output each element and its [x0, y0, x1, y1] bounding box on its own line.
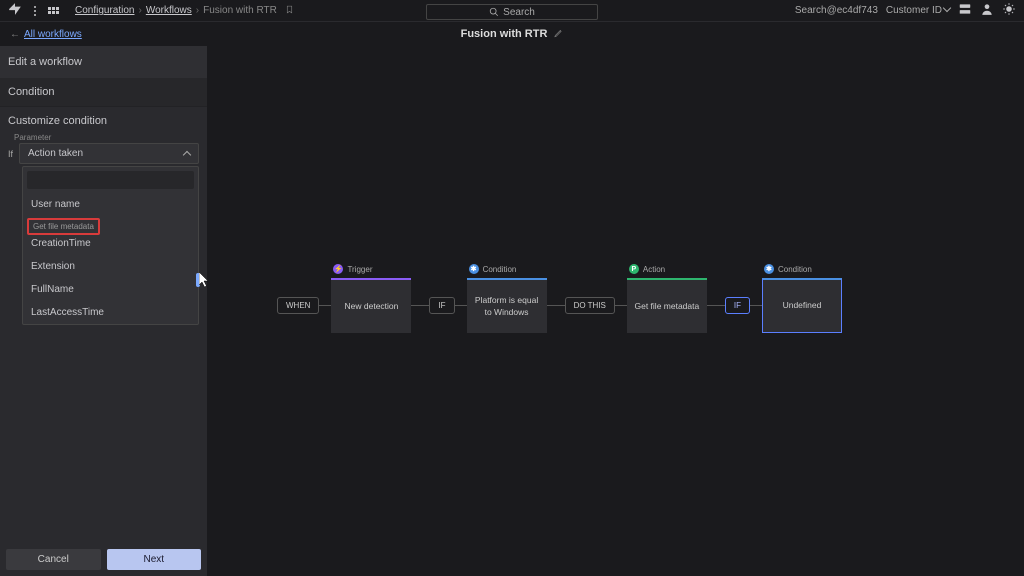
- sidebar-customize-title: Customize condition: [0, 106, 207, 131]
- edit-icon[interactable]: [553, 28, 563, 41]
- breadcrumb: Configuration › Workflows › Fusion with …: [75, 5, 294, 17]
- customer-id-label[interactable]: Customer ID: [886, 5, 950, 16]
- trigger-label: ⚡ Trigger: [333, 264, 372, 274]
- parameter-dropdown[interactable]: User name Get file metadata CreationTime…: [22, 166, 199, 325]
- sidebar-edit-title: Edit a workflow: [0, 46, 207, 78]
- condition-dot-icon: ✱: [469, 264, 479, 274]
- search-input[interactable]: Search: [426, 4, 598, 20]
- subheader: ← All workflows Fusion with RTR: [0, 22, 1024, 46]
- condition-dot-icon: ✱: [764, 264, 774, 274]
- topbar: Configuration › Workflows › Fusion with …: [0, 0, 1024, 22]
- chevron-down-icon: [943, 4, 951, 12]
- user-icon[interactable]: [980, 2, 994, 19]
- connector: [547, 305, 565, 306]
- sidebar: Edit a workflow Condition Customize cond…: [0, 46, 207, 576]
- breadcrumb-workflows[interactable]: Workflows: [146, 5, 192, 16]
- sidebar-footer: Cancel Next: [0, 543, 207, 576]
- chevron-up-icon: [183, 150, 191, 158]
- trigger-node-wrap: ⚡ Trigger New detection: [331, 278, 411, 333]
- breadcrumb-current: Fusion with RTR: [203, 5, 277, 16]
- dropdown-item-fullname[interactable]: FullName: [23, 278, 198, 301]
- logo-icon[interactable]: [8, 2, 22, 19]
- action-node[interactable]: Get file metadata: [627, 278, 707, 333]
- dropdown-search-input[interactable]: [27, 171, 194, 189]
- breadcrumb-configuration[interactable]: Configuration: [75, 5, 134, 16]
- when-pill: WHEN: [277, 297, 319, 314]
- breadcrumb-sep: ›: [138, 5, 141, 16]
- condition-node-2[interactable]: Undefined: [762, 278, 842, 333]
- account-label[interactable]: Search@ec4df743: [795, 5, 878, 16]
- all-workflows-link[interactable]: All workflows: [24, 29, 82, 40]
- condition-label-2: ✱ Condition: [764, 264, 812, 274]
- parameter-select[interactable]: Action taken: [19, 143, 199, 164]
- server-icon[interactable]: [958, 2, 972, 19]
- trigger-node[interactable]: New detection: [331, 278, 411, 333]
- action-label: P Action: [629, 264, 665, 274]
- parameter-selected: Action taken: [28, 148, 83, 159]
- menu-dots-icon[interactable]: [34, 6, 36, 16]
- connector: [319, 305, 331, 306]
- action-dot-icon: P: [629, 264, 639, 274]
- search-icon: [489, 7, 499, 17]
- connector: [707, 305, 725, 306]
- parameter-label: Parameter: [0, 131, 207, 143]
- dropdown-item-creationtime[interactable]: CreationTime: [23, 237, 198, 255]
- action-node-wrap: P Action Get file metadata: [627, 278, 707, 333]
- dropdown-group-header: Get file metadata: [27, 218, 100, 235]
- cancel-button[interactable]: Cancel: [6, 549, 101, 570]
- workflow-flow: WHEN ⚡ Trigger New detection IF ✱ Condit…: [277, 278, 842, 333]
- condition-node-2-wrap: ✱ Condition Undefined: [762, 278, 842, 333]
- condition-node-1[interactable]: Platform is equal to Windows: [467, 278, 547, 333]
- scrollbar-thumb[interactable]: [196, 273, 200, 287]
- back-arrow-icon: ←: [10, 29, 20, 40]
- back-link[interactable]: ← All workflows: [10, 29, 82, 40]
- page-title: Fusion with RTR: [461, 28, 564, 41]
- connector: [750, 305, 762, 306]
- if-label: If: [8, 149, 13, 159]
- bookmark-icon[interactable]: [285, 5, 294, 17]
- connector: [411, 305, 429, 306]
- theme-icon[interactable]: [1002, 2, 1016, 19]
- connector: [615, 305, 627, 306]
- trigger-dot-icon: ⚡: [333, 264, 343, 274]
- if-pill: IF: [429, 297, 454, 314]
- topbar-left: Configuration › Workflows › Fusion with …: [8, 2, 294, 19]
- connector: [455, 305, 467, 306]
- main: Edit a workflow Condition Customize cond…: [0, 46, 1024, 576]
- dothis-pill: DO THIS: [565, 297, 615, 314]
- topbar-right: Search@ec4df743 Customer ID: [795, 2, 1016, 19]
- sidebar-condition-title: Condition: [0, 78, 207, 106]
- search-placeholder: Search: [503, 7, 535, 18]
- parameter-row: If Action taken: [0, 143, 207, 164]
- if-pill-2: IF: [725, 297, 750, 314]
- apps-grid-icon[interactable]: [48, 7, 59, 14]
- next-button[interactable]: Next: [107, 549, 202, 570]
- dropdown-item-extension[interactable]: Extension: [23, 255, 198, 278]
- breadcrumb-sep: ›: [196, 5, 199, 16]
- dropdown-item-lastaccesstime[interactable]: LastAccessTime: [23, 301, 198, 324]
- dropdown-item-username[interactable]: User name: [23, 193, 198, 216]
- condition-node-wrap: ✱ Condition Platform is equal to Windows: [467, 278, 547, 333]
- workflow-canvas[interactable]: WHEN ⚡ Trigger New detection IF ✱ Condit…: [207, 46, 1024, 576]
- condition-label: ✱ Condition: [469, 264, 517, 274]
